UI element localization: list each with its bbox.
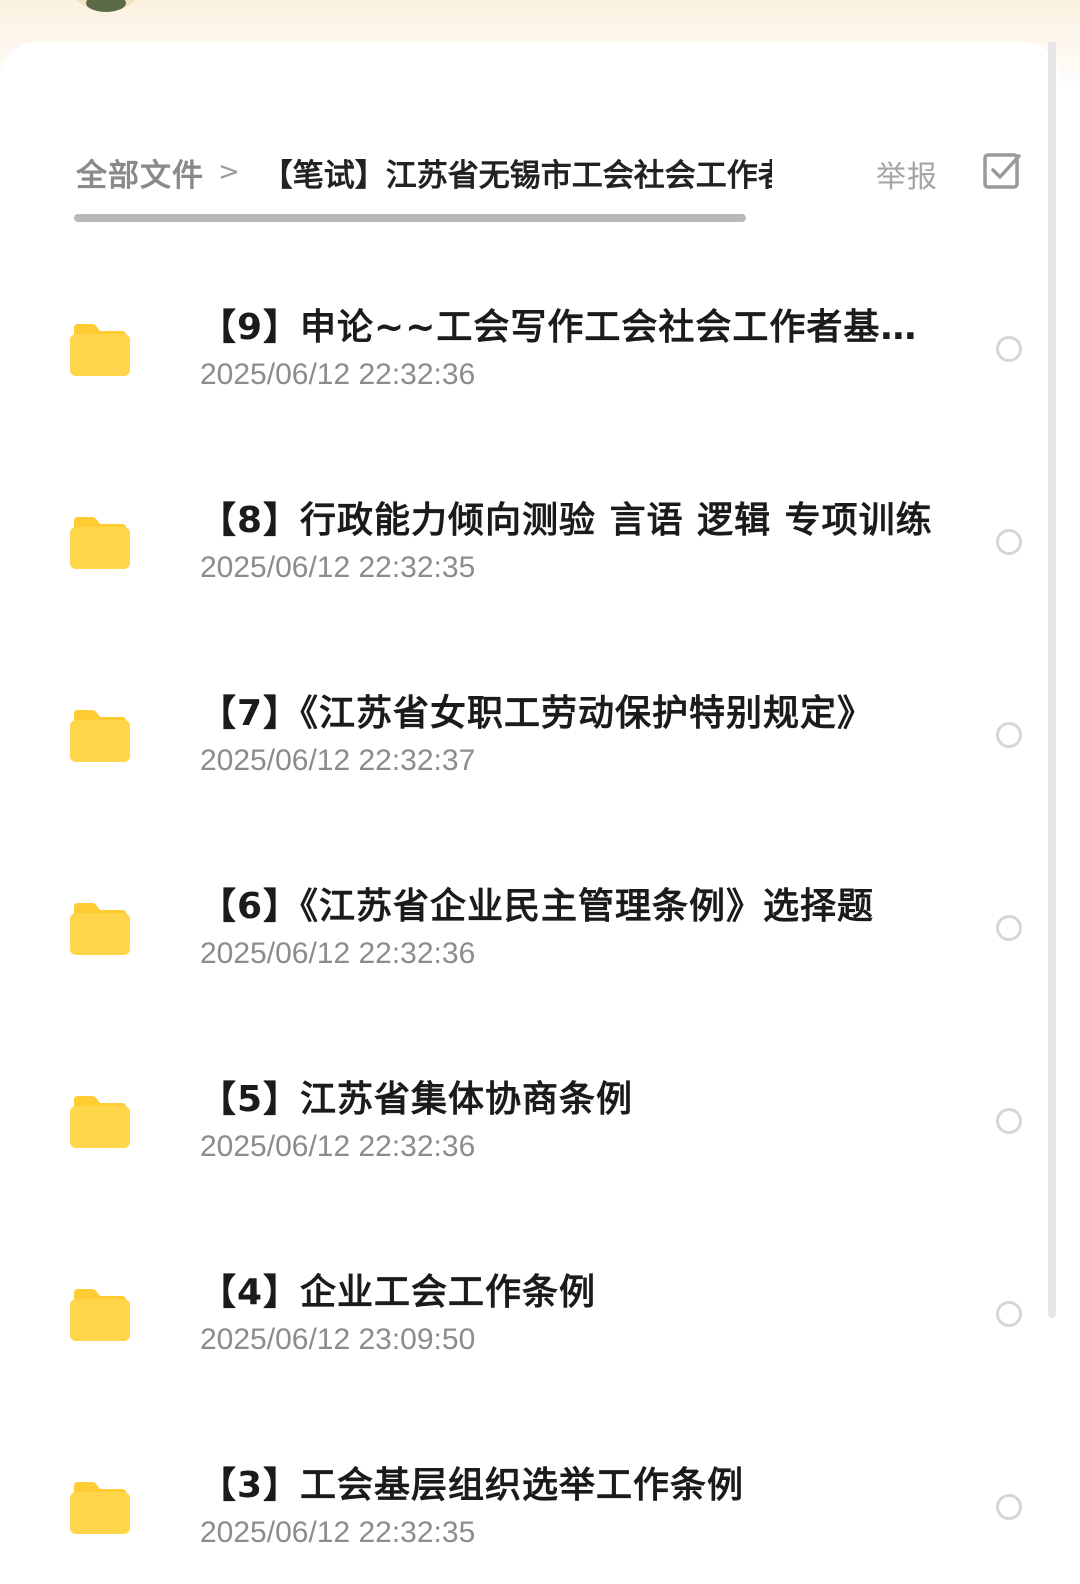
list-item[interactable]: 【3】工会基层组织选举工作条例 2025/06/12 22:32:35: [0, 1410, 1060, 1584]
select-radio[interactable]: [996, 336, 1022, 362]
file-name: 【6】《江苏省企业民主管理条例》选择题: [200, 886, 875, 927]
list-item[interactable]: 【7】《江苏省女职工劳动保护特别规定》 2025/06/12 22:32:37: [0, 638, 1060, 831]
file-name: 【8】行政能力倾向测验 言语 逻辑 专项训练: [200, 500, 933, 541]
select-radio[interactable]: [996, 722, 1022, 748]
folder-icon: [70, 710, 130, 762]
avatar[interactable]: [64, 0, 148, 12]
select-radio[interactable]: [996, 1301, 1022, 1327]
list-item[interactable]: 【4】企业工会工作条例 2025/06/12 23:09:50: [0, 1217, 1060, 1410]
file-time: 2025/06/12 22:32:36: [200, 1130, 476, 1163]
file-time: 2025/06/12 22:32:36: [200, 358, 476, 391]
breadcrumb-scroll-track[interactable]: [74, 214, 746, 222]
list-item[interactable]: 【5】江苏省集体协商条例 2025/06/12 22:32:36: [0, 1024, 1060, 1217]
file-time: 2025/06/12 22:32:37: [200, 744, 476, 777]
folder-icon: [70, 324, 130, 376]
file-name: 【7】《江苏省女职工劳动保护特别规定》: [200, 693, 875, 734]
file-time: 2025/06/12 22:32:35: [200, 1516, 476, 1549]
file-name: 【4】企业工会工作条例: [200, 1272, 597, 1313]
breadcrumb: 全部文件 > 【笔试】江苏省无锡市工会社会工作者: [76, 148, 772, 196]
list-item[interactable]: 【6】《江苏省企业民主管理条例》选择题 2025/06/12 22:32:36: [0, 831, 1060, 1024]
file-name: 【9】申论~~工会写作工会社会工作者基础知识: [200, 307, 940, 348]
file-list: 【9】申论~~工会写作工会社会工作者基础知识 2025/06/12 22:32:…: [0, 252, 1060, 1584]
folder-icon: [70, 903, 130, 955]
file-name: 【3】工会基层组织选举工作条例: [200, 1465, 745, 1506]
select-radio[interactable]: [996, 915, 1022, 941]
checkbox-icon[interactable]: [982, 150, 1022, 190]
folder-icon: [70, 1096, 130, 1148]
select-radio[interactable]: [996, 529, 1022, 555]
select-radio[interactable]: [996, 1108, 1022, 1134]
list-item[interactable]: 【9】申论~~工会写作工会社会工作者基础知识 2025/06/12 22:32:…: [0, 252, 1060, 445]
report-button[interactable]: 举报: [876, 152, 938, 196]
file-time: 2025/06/12 22:32:35: [200, 551, 476, 584]
breadcrumb-current: 【笔试】江苏省无锡市工会社会工作者: [261, 157, 772, 194]
breadcrumb-root[interactable]: 全部文件: [76, 150, 204, 195]
file-browser-page: 全部文件 > 【笔试】江苏省无锡市工会社会工作者 举报 【9】申论~~工会写作工…: [0, 0, 1080, 1584]
select-radio[interactable]: [996, 1494, 1022, 1520]
folder-icon: [70, 517, 130, 569]
file-time: 2025/06/12 23:09:50: [200, 1323, 476, 1356]
folder-icon: [70, 1482, 130, 1534]
folder-icon: [70, 1289, 130, 1341]
list-item[interactable]: 【8】行政能力倾向测验 言语 逻辑 专项训练 2025/06/12 22:32:…: [0, 445, 1060, 638]
breadcrumb-separator: >: [218, 157, 240, 187]
file-name: 【5】江苏省集体协商条例: [200, 1079, 634, 1120]
file-time: 2025/06/12 22:32:36: [200, 937, 476, 970]
header: 全部文件 > 【笔试】江苏省无锡市工会社会工作者 举报: [74, 148, 1036, 228]
